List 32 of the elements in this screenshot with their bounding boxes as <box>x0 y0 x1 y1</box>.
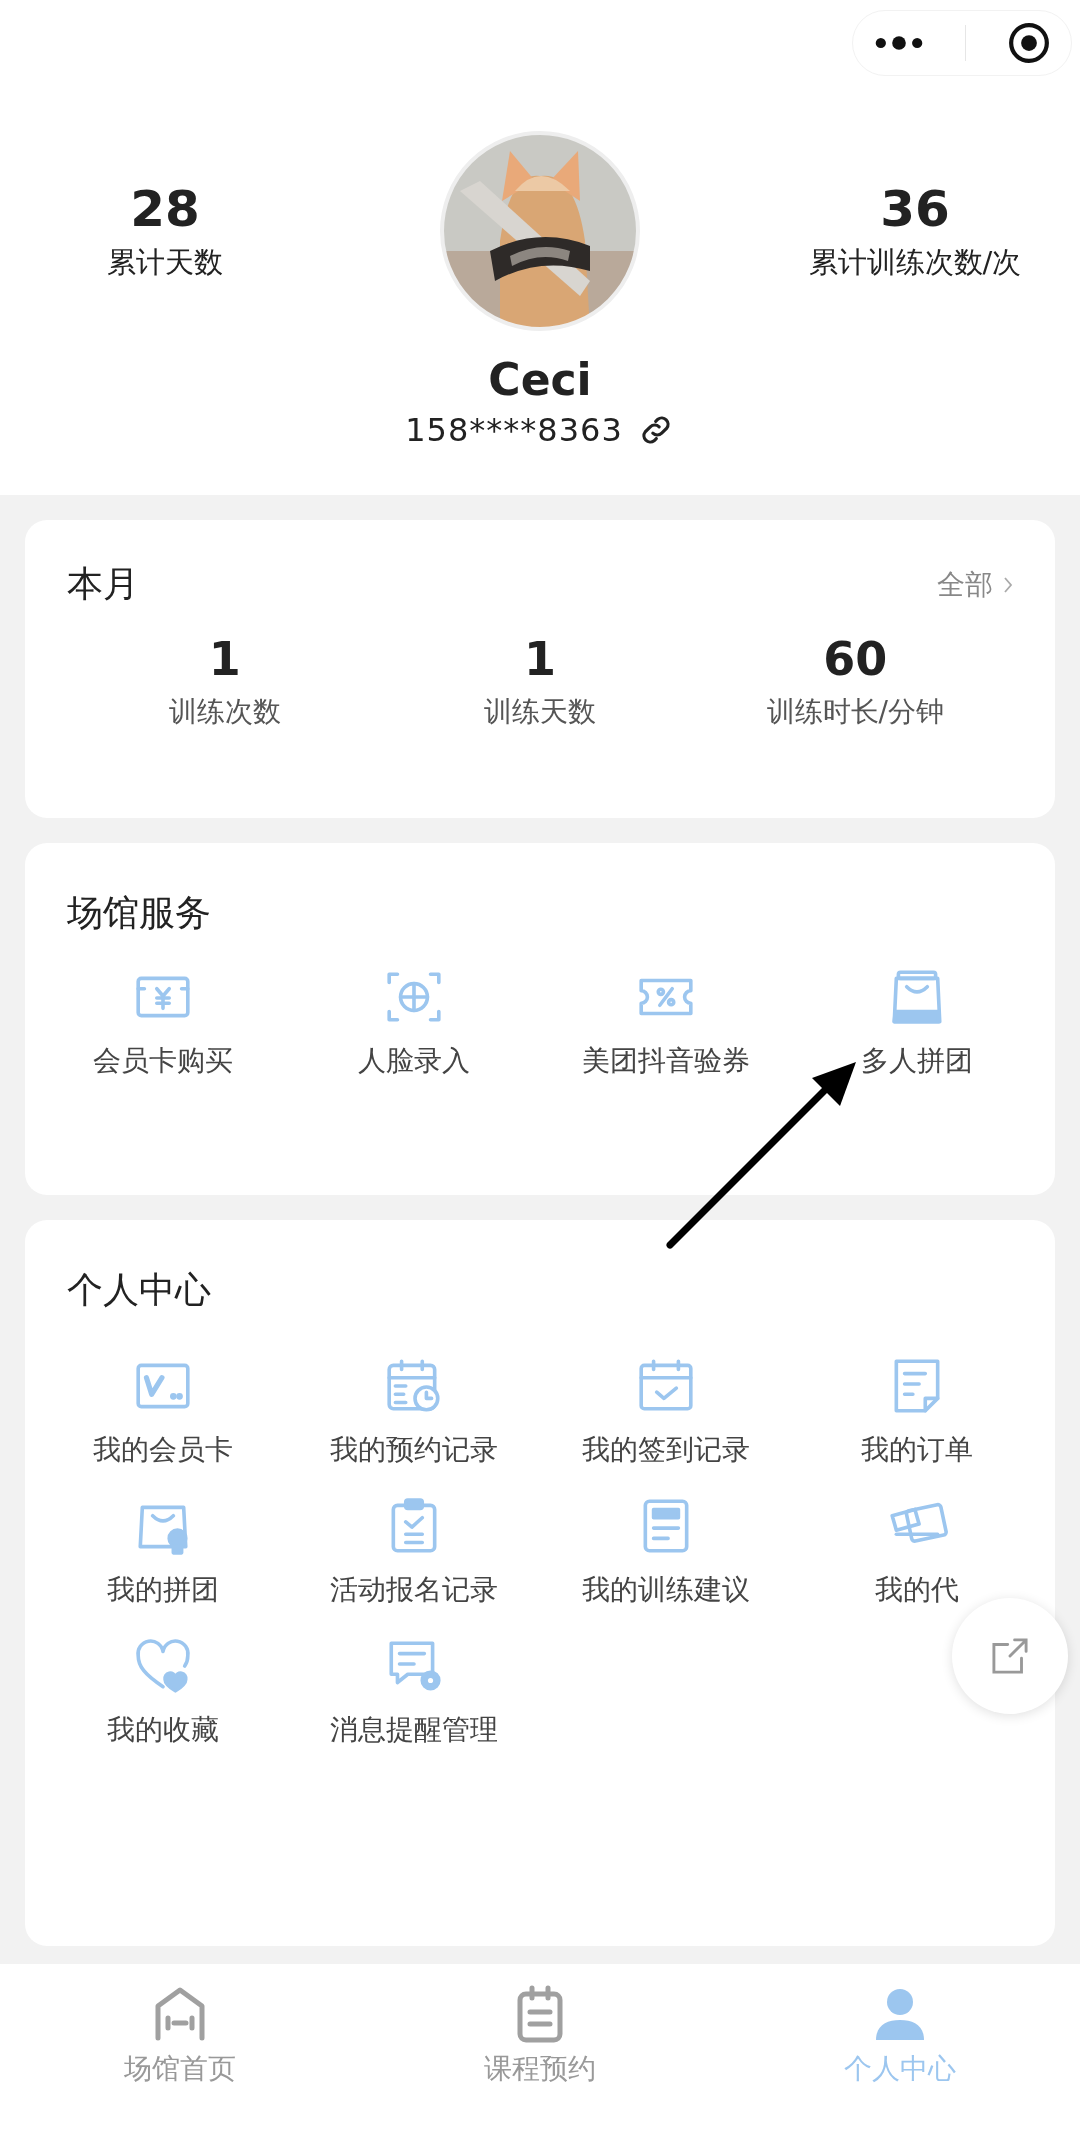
menu-label[interactable]: 活动报名记录 <box>330 1571 499 1609</box>
user-name: Ceci <box>487 353 593 407</box>
menu-label[interactable]: 我的拼团 <box>106 1571 219 1609</box>
stat-value: 36 <box>880 179 950 239</box>
stat-label: 累计天数 <box>107 244 223 281</box>
menu-label[interactable]: 我的训练建议 <box>581 1571 750 1609</box>
close-icon[interactable] <box>1008 22 1051 64</box>
more-icon[interactable] <box>873 35 924 51</box>
stat-label: 训练次数 <box>168 694 281 730</box>
phone-number: 158****8363 <box>405 411 623 449</box>
section-title: 个人中心 <box>66 1268 212 1312</box>
service-label[interactable]: 会员卡购买 <box>92 1042 233 1080</box>
menu-label[interactable]: 我的预约记录 <box>330 1431 499 1469</box>
menu-label[interactable]: 消息提醒管理 <box>330 1711 499 1749</box>
menu-label[interactable]: 我的收藏 <box>106 1711 219 1749</box>
view-all-link[interactable]: 全部 <box>937 565 993 604</box>
stat-value: 1 <box>524 631 556 688</box>
stat-value: 28 <box>130 179 200 239</box>
section-title: 场馆服务 <box>66 891 212 935</box>
menu-label[interactable]: 我的代 <box>875 1571 960 1609</box>
stat-label: 训练时长/分钟 <box>766 694 945 730</box>
menu-label[interactable]: 我的订单 <box>861 1431 974 1469</box>
service-label[interactable]: 多人拼团 <box>861 1042 974 1080</box>
stat-value: 1 <box>208 631 241 688</box>
menu-label[interactable]: 我的会员卡 <box>92 1431 233 1469</box>
menu-label[interactable]: 我的签到记录 <box>581 1431 750 1469</box>
stat-label: 训练天数 <box>484 694 596 730</box>
stat-value: 60 <box>823 631 888 688</box>
service-label[interactable]: 美团抖音验券 <box>581 1042 750 1080</box>
stat-label: 累计训练次数/次 <box>808 244 1022 281</box>
service-label[interactable]: 人脸录入 <box>358 1042 471 1080</box>
section-title: 本月 <box>67 562 139 606</box>
